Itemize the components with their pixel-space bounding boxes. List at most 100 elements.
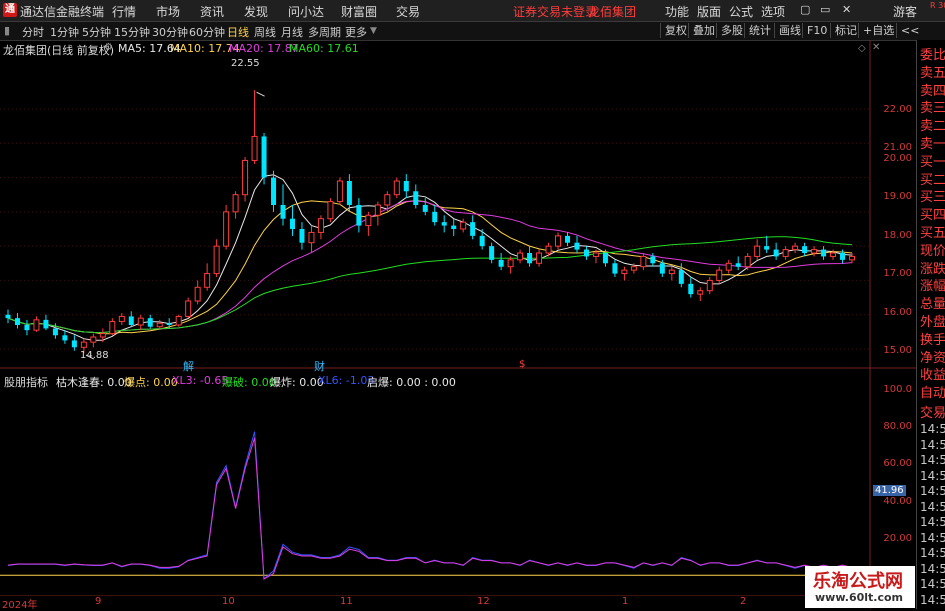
candle-body: [5, 314, 11, 319]
close-icon[interactable]: ✕: [842, 3, 851, 16]
period-daily[interactable]: 日线: [227, 24, 249, 40]
candle-body: [156, 322, 163, 328]
candle-body: [678, 270, 684, 284]
menu-item-trade[interactable]: 交易: [396, 3, 420, 20]
candle-body: [128, 316, 134, 325]
menu-item-layout[interactable]: 版面: [697, 3, 721, 20]
candle: [583, 246, 589, 260]
menu-item-formula[interactable]: 公式: [729, 3, 753, 20]
menu-toggle-icon[interactable]: ▮: [4, 24, 10, 37]
candle: [612, 259, 618, 277]
dividend-marker[interactable]: $: [519, 359, 525, 370]
unlock-marker[interactable]: 解: [183, 358, 194, 374]
candle-body: [33, 319, 40, 331]
f10-button[interactable]: F10: [802, 23, 831, 38]
period-30min[interactable]: 30分钟: [152, 24, 188, 40]
ind-y-tick: 20.00: [883, 533, 912, 544]
period-15min[interactable]: 15分钟: [114, 24, 150, 40]
collapse-button[interactable]: <<: [896, 23, 923, 38]
indicator-line: [7, 437, 853, 580]
period-more[interactable]: 更多: [345, 24, 367, 40]
candle-body: [52, 328, 58, 336]
chart-expand-icon[interactable]: ◇: [858, 43, 866, 54]
candle-body: [24, 325, 30, 331]
indicator-xl3: XL3: -0.65: [172, 374, 229, 387]
multi-stock-button[interactable]: 多股: [716, 23, 747, 38]
candle: [422, 198, 428, 216]
candle: [62, 330, 68, 344]
draw-button[interactable]: 画线: [774, 23, 805, 38]
candle: [289, 205, 295, 236]
candlestick-chart-area[interactable]: [0, 40, 916, 609]
chart-close-icon[interactable]: ✕: [872, 42, 880, 53]
y-tick: 22.00: [883, 104, 912, 115]
candle-body: [185, 300, 192, 317]
auto-trade-label[interactable]: 交易: [920, 402, 945, 421]
candle-body: [441, 222, 447, 226]
mark-button[interactable]: 标记: [830, 23, 861, 38]
fq-button[interactable]: 复权: [660, 23, 691, 38]
menu-item-quotes[interactable]: 行情: [112, 3, 136, 20]
candle-body: [374, 204, 381, 216]
menu-item-wealth[interactable]: 财富圈: [341, 3, 377, 20]
login-notice[interactable]: 证券交易未登录: [513, 3, 597, 20]
finance-marker[interactable]: 财: [314, 358, 325, 374]
quote-item: 委比: [920, 48, 945, 63]
ind-y-tick: 100.0: [883, 384, 912, 395]
candle-body: [517, 252, 524, 261]
ma10-line: [7, 199, 853, 335]
menu-item-market[interactable]: 市场: [156, 3, 180, 20]
candlesticks[interactable]: [5, 90, 855, 354]
candle-body: [565, 235, 571, 243]
menu-item-discover[interactable]: 发现: [244, 3, 268, 20]
minimize-icon[interactable]: ▢: [800, 3, 810, 16]
quote-item: 外盘: [920, 315, 945, 330]
app-logo-icon: 通: [3, 3, 17, 17]
candle-body: [688, 283, 694, 295]
menu-item-ask[interactable]: 问小达: [288, 3, 324, 20]
tick-time: 14:56: [920, 422, 945, 436]
period-multi[interactable]: 多周期: [308, 24, 341, 40]
low-price-label: 14.88: [80, 350, 109, 361]
menu-item-options[interactable]: 选项: [761, 3, 785, 20]
candle: [621, 266, 628, 281]
candle-body: [527, 253, 533, 264]
candle-body: [204, 273, 211, 288]
candle: [308, 225, 315, 253]
indicator-name[interactable]: 股朋指标: [4, 374, 48, 390]
quote-item: 买二: [920, 172, 945, 188]
settings-icon[interactable]: ⚙: [104, 42, 113, 53]
quote-item: 收益: [920, 368, 945, 384]
watermark-url: www.60lt.com: [815, 591, 904, 604]
stats-button[interactable]: 统计: [744, 23, 775, 38]
candle-body: [716, 269, 723, 281]
r-badge: R 300: [930, 1, 945, 10]
quote-item: 买四: [920, 208, 945, 224]
period-intraday[interactable]: 分时: [22, 24, 44, 40]
period-5min[interactable]: 5分钟: [82, 24, 111, 40]
quote-item: 涨幅: [920, 279, 945, 295]
menu-item-functions[interactable]: 功能: [665, 3, 689, 20]
y-tick: 19.00: [883, 191, 912, 202]
candle: [365, 211, 372, 236]
add-watchlist-button[interactable]: +自选: [858, 23, 898, 38]
more-dropdown-icon[interactable]: ▼: [370, 26, 377, 36]
quote-item: 现价: [920, 243, 945, 259]
restore-icon[interactable]: ▭: [820, 3, 830, 16]
period-monthly[interactable]: 月线: [281, 24, 303, 40]
candle-body: [536, 252, 543, 264]
period-1min[interactable]: 1分钟: [50, 24, 79, 40]
candle: [346, 174, 352, 212]
chart-title: 龙佰集团(日线 前复权): [3, 44, 115, 57]
overlay-button[interactable]: 叠加: [688, 23, 719, 38]
period-60min[interactable]: 60分钟: [189, 24, 225, 40]
auto-trade-label[interactable]: 自动: [920, 382, 945, 401]
candle: [555, 232, 562, 250]
period-weekly[interactable]: 周线: [254, 24, 276, 40]
menu-item-news[interactable]: 资讯: [200, 3, 224, 20]
user-guest[interactable]: 游客: [893, 3, 917, 20]
ma60-label: MA60: 17.61: [289, 42, 359, 55]
indicator-baozha: 爆炸: 0.00: [270, 376, 324, 389]
candle: [517, 249, 524, 264]
candle: [24, 319, 30, 336]
